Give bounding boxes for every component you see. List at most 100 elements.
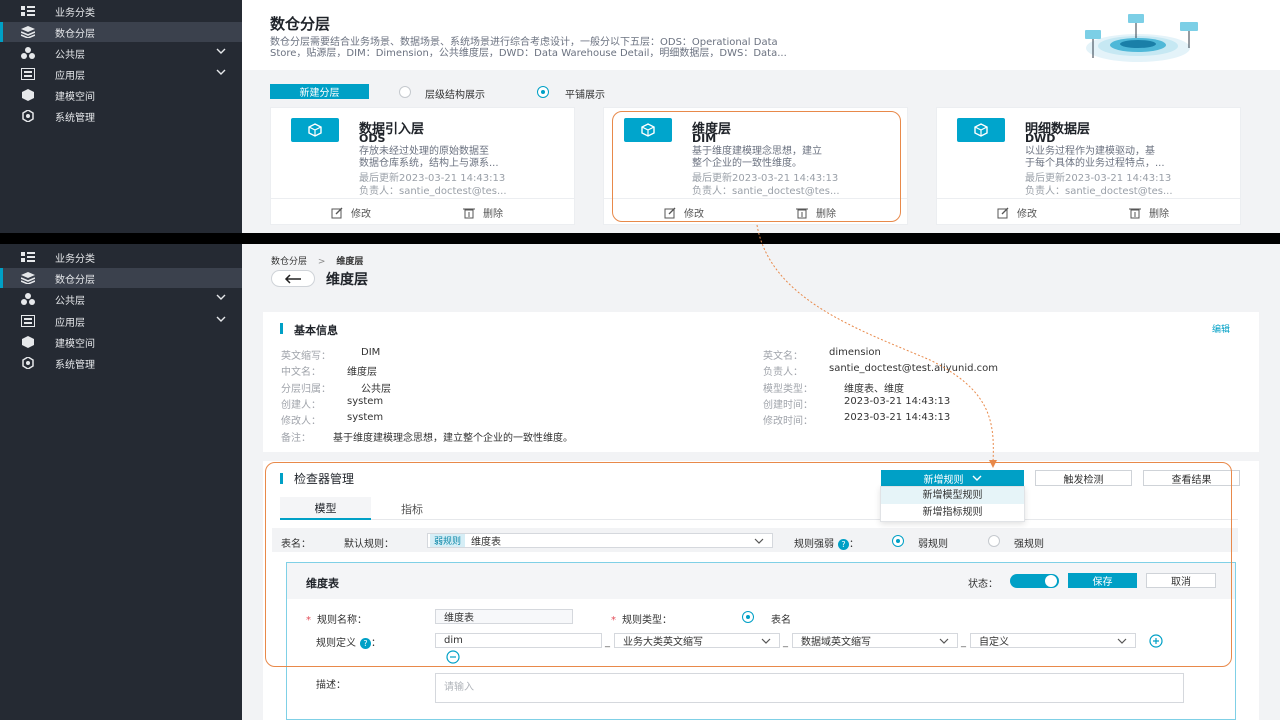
card-description: 存放未经过处理的原始数据至 数据仓库系统，结构上与源系...	[359, 146, 499, 169]
gear-icon	[21, 110, 35, 122]
field-value: 2023-03-21 14:43:13	[844, 396, 951, 407]
description-label: 描述：	[316, 680, 346, 691]
field-label: 英文缩写：	[281, 351, 331, 362]
field-label: 模型类型：	[763, 384, 813, 395]
sidebar-item-business-category[interactable]: 业务分类	[0, 247, 242, 267]
field-label: 负责人：	[763, 367, 803, 378]
edit-icon	[331, 207, 343, 218]
cubes-icon	[21, 47, 35, 59]
screenshot-divider	[0, 233, 1280, 244]
sidebar-item-modeling-space[interactable]: 建模空间	[0, 332, 242, 352]
window-icon	[21, 315, 35, 327]
remark-label: 备注：	[281, 433, 311, 444]
data-layers-illustration	[1085, 14, 1198, 62]
sidebar-item-label: 建模空间	[55, 338, 95, 350]
layer-card-dwd[interactable]: 明细数据层 DWD 以业务过程作为建模驱动，基 于每个具体的业务过程特点，... …	[936, 107, 1241, 225]
layers-icon	[21, 26, 35, 38]
arrow-left-icon	[284, 273, 301, 284]
sidebar-item-business-category[interactable]: 业务分类	[0, 1, 242, 21]
sidebar-item-common-layer[interactable]: 公共层	[0, 289, 242, 309]
edit-link[interactable]: 编辑	[1212, 322, 1230, 335]
chevron-down-icon[interactable]	[216, 46, 226, 56]
breadcrumb-current: 维度层	[336, 257, 364, 267]
sidebar-item-app-layer[interactable]: 应用层	[0, 311, 242, 331]
active-indicator	[0, 268, 3, 288]
sidebar-item-dw-layers[interactable]: 数仓分层	[0, 268, 242, 288]
field-value: 2023-03-21 14:43:13	[844, 412, 951, 423]
sidebar-item-label: 系统管理	[55, 112, 95, 124]
field-value: 维度层	[347, 367, 377, 378]
active-indicator	[0, 22, 3, 42]
sidebar-item-label: 应用层	[55, 70, 85, 82]
layers-icon	[21, 272, 35, 284]
cube-icon	[21, 336, 35, 348]
field-label: 分层归属：	[281, 384, 331, 395]
breadcrumb-root[interactable]: 数仓分层	[271, 257, 307, 267]
sidebar-item-label: 业务分类	[55, 253, 95, 265]
edit-button[interactable]: 修改	[997, 205, 1037, 220]
card-owner: 负责人：santie_doctest@tes...	[1025, 186, 1173, 197]
sidebar-item-dw-layers[interactable]: 数仓分层	[0, 22, 242, 42]
breadcrumb: 数仓分层 > 维度层	[271, 254, 363, 267]
page-header: 数仓分层 数仓分层需要结合业务场景、数据场景、系统场景进行综合考虑设计，一般分以…	[242, 0, 1280, 70]
sidebar-item-label: 业务分类	[55, 7, 95, 19]
highlight-dim-card	[612, 111, 901, 222]
field-value: DIM	[361, 347, 381, 358]
sidebar-item-label: 公共层	[55, 295, 85, 307]
field-label: 创建人：	[281, 400, 321, 411]
cubes-icon	[21, 293, 35, 305]
sidebar-item-system-admin[interactable]: 系统管理	[0, 106, 242, 126]
page-title: 数仓分层	[270, 15, 331, 33]
field-label: 创建时间：	[763, 400, 813, 411]
grid-icon	[21, 5, 35, 17]
chevron-down-icon[interactable]	[216, 314, 226, 324]
card-footer: 修改 删除	[937, 198, 1240, 224]
basic-info-panel: 基本信息 编辑 英文缩写： DIM 中文名： 维度层 分层归属： 公共层 创建人…	[263, 312, 1259, 452]
page-description: 数仓分层需要结合业务场景、数据场景、系统场景进行综合考虑设计，一般分以下五层：O…	[270, 37, 787, 59]
view-hierarchy-radio[interactable]	[399, 86, 411, 98]
card-description: 以业务过程作为建模驱动，基 于每个具体的业务过程特点，...	[1025, 146, 1165, 169]
sidebar-item-system-admin[interactable]: 系统管理	[0, 353, 242, 373]
delete-button[interactable]: 删除	[1129, 205, 1169, 220]
view-tile-radio[interactable]	[537, 86, 549, 98]
chevron-down-icon[interactable]	[216, 67, 226, 77]
card-code: ODS	[359, 132, 386, 145]
field-value: santie_doctest@test.aliyunid.com	[829, 363, 999, 374]
sidebar-item-label: 数仓分层	[55, 28, 95, 40]
field-value: system	[347, 412, 384, 423]
page-title: 维度层	[326, 272, 368, 288]
sidebar-bottom: 业务分类 数仓分层 公共层 应用层 建模空间 系统管理	[0, 244, 242, 720]
sidebar-item-label: 应用层	[55, 317, 85, 329]
card-footer: 修改 删除	[271, 198, 574, 224]
trash-icon	[1129, 208, 1141, 218]
sidebar-item-label: 建模空间	[55, 91, 95, 103]
grid-icon	[21, 251, 35, 263]
sidebar-item-app-layer[interactable]: 应用层	[0, 64, 242, 84]
field-value: dimension	[829, 347, 881, 358]
field-label: 中文名：	[281, 367, 321, 378]
basic-info-title: 基本信息	[294, 324, 338, 337]
layer-card-ods[interactable]: 数据引入层 ODS 存放未经过处理的原始数据至 数据仓库系统，结构上与源系... …	[270, 107, 575, 225]
sidebar-top: 业务分类 数仓分层 公共层 应用层 建模空间 系统管理	[0, 0, 242, 233]
cube-icon	[957, 118, 1005, 142]
sidebar-item-modeling-space[interactable]: 建模空间	[0, 85, 242, 105]
field-value: system	[347, 396, 384, 407]
description-textarea[interactable]: 请输入	[435, 673, 1184, 703]
new-layer-button[interactable]: 新建分层	[270, 84, 369, 99]
window-icon	[21, 68, 35, 80]
edit-button[interactable]: 修改	[331, 205, 371, 220]
delete-button[interactable]: 删除	[463, 205, 503, 220]
chevron-down-icon[interactable]	[216, 292, 226, 302]
sidebar-item-common-layer[interactable]: 公共层	[0, 43, 242, 63]
field-value: 公共层	[361, 384, 391, 395]
field-label: 英文名：	[763, 351, 803, 362]
sidebar-item-label: 系统管理	[55, 359, 95, 371]
cube-icon	[291, 118, 339, 142]
card-owner: 负责人：santie_doctest@tes...	[359, 186, 507, 197]
sidebar-item-label: 公共层	[55, 49, 85, 61]
cube-icon	[21, 89, 35, 101]
back-button[interactable]	[271, 270, 315, 287]
breadcrumb-separator: >	[317, 257, 326, 267]
sidebar-item-label: 数仓分层	[55, 274, 95, 286]
field-value: 维度表、维度	[844, 384, 904, 395]
